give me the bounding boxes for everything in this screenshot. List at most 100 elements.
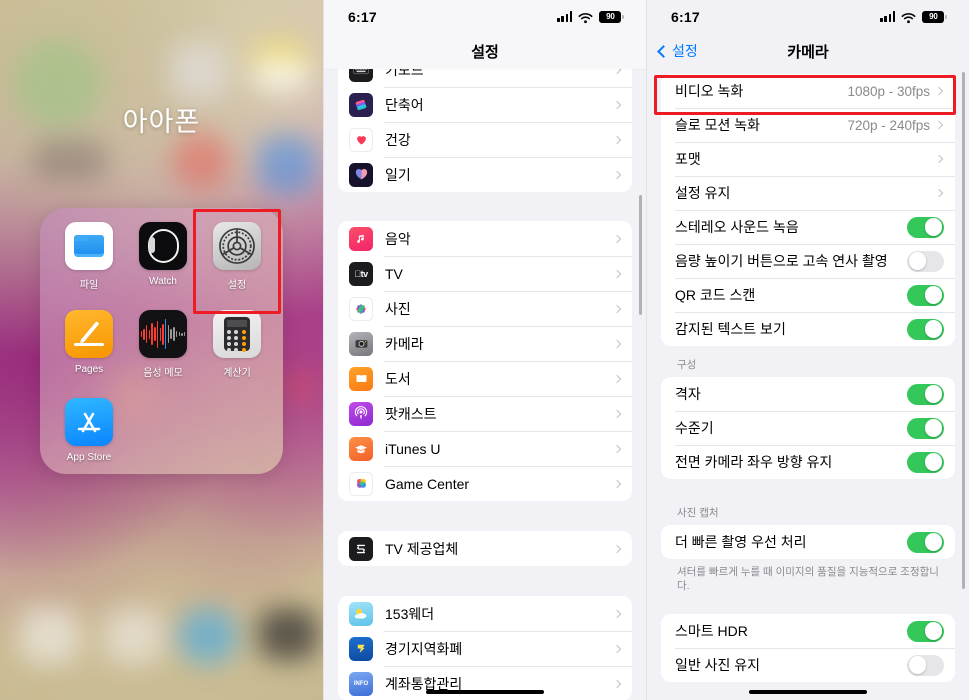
app-icon-files[interactable]: 파일: [52, 222, 126, 310]
camera-row-stereo-sound[interactable]: 스테레오 사운드 녹음: [661, 210, 955, 244]
settings-row[interactable]: 키보드: [338, 69, 632, 87]
app-icon-calculator[interactable]: 계산기: [200, 310, 274, 398]
app-label: 음성 메모: [143, 368, 183, 379]
camera-row-level[interactable]: 수준기: [661, 411, 955, 445]
settings-row[interactable]: tv TV: [338, 256, 632, 291]
camera-row-volume-burst[interactable]: 음량 높이기 버튼으로 고속 연사 촬영: [661, 244, 955, 278]
music-icon: [349, 226, 373, 251]
settings-row[interactable]: 경기지역화폐: [338, 631, 632, 666]
settings-row[interactable]: 사진: [338, 291, 632, 326]
chevron-right-icon: [934, 154, 944, 164]
app-icon-settings[interactable]: 설정: [200, 222, 274, 310]
app-icon-watch[interactable]: Watch: [126, 222, 200, 310]
settings-row[interactable]: INFO 계좌통합관리: [338, 666, 632, 700]
bg-app-blob: [172, 132, 230, 190]
books-icon: [349, 366, 373, 391]
grid-toggle[interactable]: [907, 383, 944, 405]
bg-app-blob: [286, 372, 316, 402]
settings-row[interactable]: 단축어: [338, 87, 632, 122]
settings-scroll-area[interactable]: 키보드 단축어 건강 일기 음악 tv TV 사진 카메라 도서 팟캐스트 iT…: [324, 69, 646, 700]
app-icon-voice-memos[interactable]: 음성 메모: [126, 310, 200, 398]
signal-icon: [557, 11, 573, 22]
camera-group-hdr: 스마트 HDR 일반 사진 유지: [661, 614, 955, 683]
camera-scroll-area[interactable]: 비디오 녹화 1080p - 30fps 슬로 모션 녹화 720p - 240…: [647, 69, 969, 700]
camera-row-mirror-front-camera[interactable]: 전면 카메라 좌우 방향 유지: [661, 445, 955, 479]
bg-dock-blob: [20, 608, 80, 664]
camera-row-qr-scan[interactable]: QR 코드 스캔: [661, 278, 955, 312]
app-folder[interactable]: 파일 Watch 설정 Pages 음성 메모 계산기 App Store: [40, 208, 283, 474]
camera-row-smart-hdr[interactable]: 스마트 HDR: [661, 614, 955, 648]
app-label: 계산기: [223, 368, 251, 379]
row-value: 1080p - 30fps: [847, 83, 930, 99]
app-icon-app-store[interactable]: App Store: [52, 398, 126, 486]
chevron-right-icon: [612, 304, 622, 313]
camera-row-format[interactable]: 포맷: [661, 142, 955, 176]
camera-icon: [349, 331, 373, 356]
bg-dock-blob: [104, 608, 164, 664]
settings-row-label: 음악: [385, 230, 411, 247]
camera-row-video-recording[interactable]: 비디오 녹화 1080p - 30fps: [661, 74, 955, 108]
level-toggle[interactable]: [907, 417, 944, 439]
settings-row-label: iTunes U: [385, 440, 441, 457]
app-label: Watch: [149, 276, 177, 287]
settings-row-camera[interactable]: 카메라: [338, 326, 632, 361]
home-indicator: [749, 689, 867, 694]
settings-row-label: 단축어: [385, 96, 424, 113]
chevron-right-icon: [612, 234, 622, 243]
home-screen-panel: 아아폰 파일 Watch 설정 Pages 음성 메모 계산기 App Stor…: [0, 0, 323, 700]
voice-memos-icon: [139, 310, 187, 358]
bg-dock-blob: [178, 608, 238, 664]
row-label: 감지된 텍스트 보기: [675, 321, 786, 337]
camera-row-prioritize-faster-shooting[interactable]: 더 빠른 촬영 우선 처리: [661, 525, 955, 559]
account-info-icon: INFO: [349, 671, 373, 696]
settings-row[interactable]: iTunes U: [338, 431, 632, 466]
row-label: 일반 사진 유지: [675, 657, 761, 674]
app-label: Pages: [74, 364, 104, 375]
weather-153-icon: [349, 601, 373, 626]
settings-row-label: 도서: [385, 370, 411, 387]
keep-normal-photo-toggle[interactable]: [907, 654, 944, 676]
settings-row[interactable]: 팟캐스트: [338, 396, 632, 431]
camera-row-grid[interactable]: 격자: [661, 377, 955, 411]
row-label: 비디오 녹화: [675, 83, 744, 99]
settings-scrollbar[interactable]: [639, 195, 642, 315]
settings-row[interactable]: TV 제공업체: [338, 531, 632, 566]
camera-row-preserve-settings[interactable]: 설정 유지: [661, 176, 955, 210]
qr-scan-toggle[interactable]: [907, 284, 944, 306]
chevron-right-icon: [612, 444, 622, 453]
app-icon-pages[interactable]: Pages: [52, 310, 126, 398]
bg-app-blob: [252, 58, 310, 92]
journal-icon: [349, 162, 373, 187]
group-gap: [338, 501, 632, 531]
settings-row[interactable]: 도서: [338, 361, 632, 396]
game-center-icon: [349, 471, 373, 496]
signal-icon: [880, 11, 896, 22]
prioritize-faster-shooting-toggle[interactable]: [907, 531, 944, 553]
settings-group-apps: 음악 tv TV: [338, 221, 632, 501]
battery-indicator: 90: [599, 10, 624, 23]
chevron-right-icon: [612, 409, 622, 418]
detected-text-toggle[interactable]: [907, 318, 944, 340]
settings-row[interactable]: 음악: [338, 221, 632, 256]
mirror-front-camera-toggle[interactable]: [907, 451, 944, 473]
camera-row-detected-text[interactable]: 감지된 텍스트 보기: [661, 312, 955, 346]
chevron-right-icon: [612, 374, 622, 383]
row-label: 스마트 HDR: [675, 623, 748, 640]
camera-row-keep-normal-photo[interactable]: 일반 사진 유지: [661, 648, 955, 682]
volume-burst-toggle[interactable]: [907, 250, 944, 272]
camera-row-slo-mo[interactable]: 슬로 모션 녹화 720p - 240fps: [661, 108, 955, 142]
smart-hdr-toggle[interactable]: [907, 620, 944, 642]
settings-row[interactable]: 건강: [338, 122, 632, 157]
chevron-right-icon: [612, 339, 622, 348]
back-label: 설정: [672, 43, 698, 59]
stereo-sound-toggle[interactable]: [907, 216, 944, 238]
calculator-icon: [213, 310, 261, 358]
settings-row[interactable]: 일기: [338, 157, 632, 192]
chevron-right-icon: [612, 544, 622, 553]
back-button[interactable]: 설정: [657, 41, 698, 61]
row-label: 슬로 모션 녹화: [675, 117, 761, 133]
camera-scrollbar[interactable]: [962, 72, 965, 589]
row-label: 설정 유지: [675, 185, 731, 201]
settings-row[interactable]: Game Center: [338, 466, 632, 501]
settings-row[interactable]: 153웨더: [338, 596, 632, 631]
